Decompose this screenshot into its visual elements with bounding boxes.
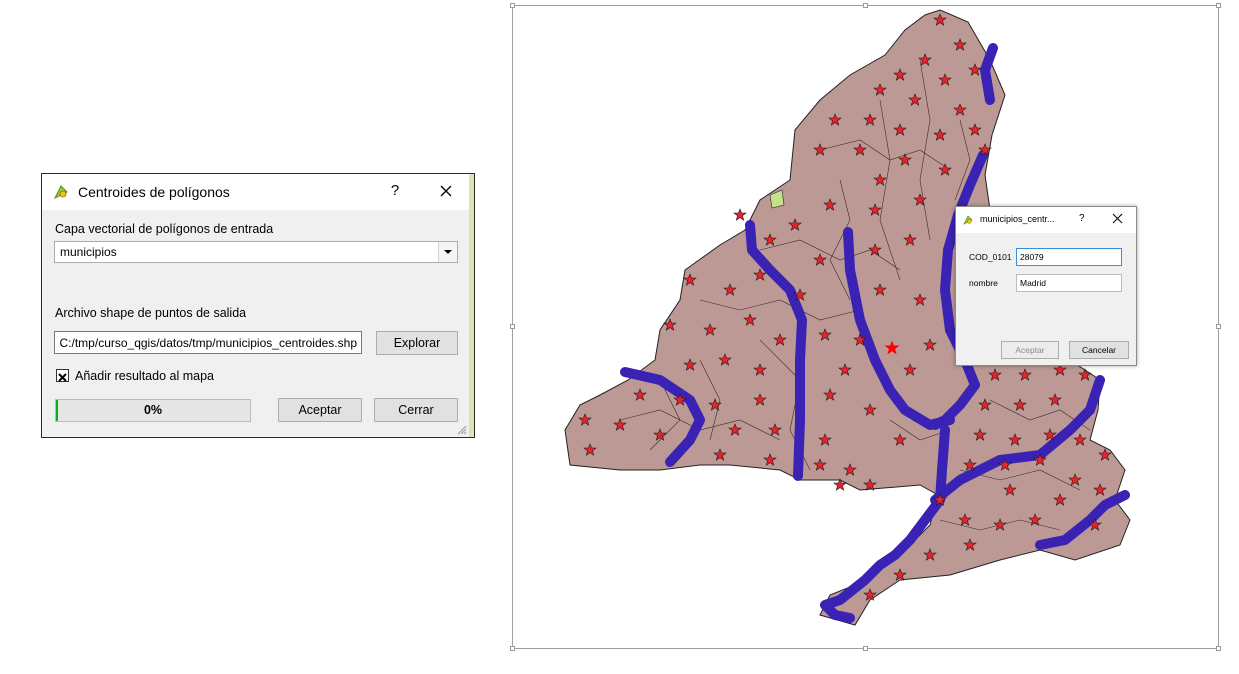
field-label-nombre: nombre <box>969 278 998 288</box>
help-button[interactable]: ? <box>388 182 402 199</box>
accept-button[interactable]: Aceptar <box>1001 341 1059 359</box>
resize-handle[interactable] <box>863 646 868 651</box>
centroides-dialog: Centroides de polígonos ? Capa vectorial… <box>42 174 469 437</box>
progress-bar: 0% <box>55 399 251 422</box>
qgis-app-icon <box>963 215 973 225</box>
close-icon[interactable] <box>432 178 460 204</box>
nombre-field[interactable]: Madrid <box>1016 274 1122 292</box>
browse-button[interactable]: Explorar <box>376 331 458 355</box>
checkmark-icon <box>58 373 67 382</box>
output-file-value: C:/tmp/curso_qgis/datos/tmp/municipios_c… <box>59 336 357 350</box>
feature-dialog-title: municipios_centr... <box>980 214 1055 224</box>
resize-handle[interactable] <box>510 646 515 651</box>
feature-attributes-dialog: municipios_centr... ? COD_0101 28079 nom… <box>955 206 1137 366</box>
dialog-titlebar: Centroides de polígonos ? <box>42 174 469 210</box>
input-layer-label: Capa vectorial de polígonos de entrada <box>55 222 274 236</box>
help-button[interactable]: ? <box>1079 213 1085 224</box>
close-icon[interactable] <box>1112 213 1123 224</box>
resize-handle[interactable] <box>1216 324 1221 329</box>
input-layer-value: municipios <box>60 245 117 259</box>
resize-grip-icon[interactable] <box>457 425 467 435</box>
progress-text: 0% <box>143 403 163 417</box>
resize-handle[interactable] <box>1216 3 1221 8</box>
resize-handle[interactable] <box>510 324 515 329</box>
feature-dialog-titlebar: municipios_centr... ? <box>956 207 1136 233</box>
field-label-cod: COD_0101 <box>969 252 1012 262</box>
chevron-down-icon[interactable] <box>438 242 457 262</box>
dialog-title: Centroides de polígonos <box>78 184 230 200</box>
accept-button[interactable]: Aceptar <box>278 398 362 422</box>
qgis-app-icon <box>53 185 68 200</box>
resize-handle[interactable] <box>1216 646 1221 651</box>
add-result-label: Añadir resultado al mapa <box>75 369 214 383</box>
output-file-label: Archivo shape de puntos de salida <box>55 306 247 320</box>
add-result-checkbox[interactable] <box>56 369 69 382</box>
input-layer-select[interactable]: municipios <box>54 241 458 263</box>
cancel-button[interactable]: Cancelar <box>1069 341 1129 359</box>
resize-handle[interactable] <box>510 3 515 8</box>
output-file-input[interactable]: C:/tmp/curso_qgis/datos/tmp/municipios_c… <box>54 331 362 354</box>
close-button[interactable]: Cerrar <box>374 398 458 422</box>
cod-field[interactable]: 28079 <box>1016 248 1122 266</box>
